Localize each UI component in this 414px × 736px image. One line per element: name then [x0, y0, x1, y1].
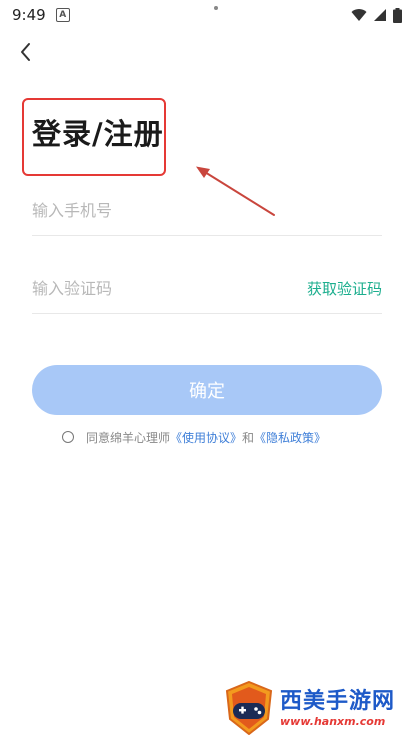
wifi-icon: [351, 9, 367, 21]
agreement-prefix: 同意绵羊心理师: [86, 430, 171, 445]
watermark-url: www.hanxm.com: [280, 714, 386, 728]
phone-field: [32, 186, 382, 236]
watermark: 西美手游网 www.hanxm.com: [224, 680, 414, 736]
code-field: 获取验证码: [32, 264, 382, 314]
terms-link[interactable]: 《使用协议》: [170, 429, 242, 446]
chevron-left-icon: [21, 43, 30, 61]
notification-badge-icon: A: [55, 8, 70, 22]
watermark-title: 西美手游网: [280, 688, 396, 714]
page-title: 登录/注册: [32, 117, 164, 151]
status-left: 9:49 A: [12, 6, 70, 24]
agreement-joiner: 和: [242, 430, 255, 445]
status-bar: 9:49 A: [0, 0, 414, 30]
status-dot: [214, 6, 218, 10]
privacy-link[interactable]: 《隐私政策》: [254, 429, 326, 446]
agreement-checkbox[interactable]: [62, 431, 74, 443]
get-code-link[interactable]: 获取验证码: [307, 264, 382, 314]
watermark-text: 西美手游网 www.hanxm.com: [280, 689, 395, 728]
status-time: 9:49: [12, 6, 46, 24]
signal-icon: [374, 9, 386, 21]
agreement-row: 同意绵羊心理师 《使用协议》 和 《隐私政策》: [62, 427, 326, 447]
status-right: [351, 7, 402, 23]
gamepad-shield-logo-icon: [225, 681, 273, 735]
verification-code-input[interactable]: [32, 264, 282, 313]
phone-input[interactable]: [32, 186, 382, 235]
back-button[interactable]: [14, 40, 38, 64]
confirm-button[interactable]: 确定: [32, 365, 382, 415]
battery-icon: [393, 7, 402, 23]
